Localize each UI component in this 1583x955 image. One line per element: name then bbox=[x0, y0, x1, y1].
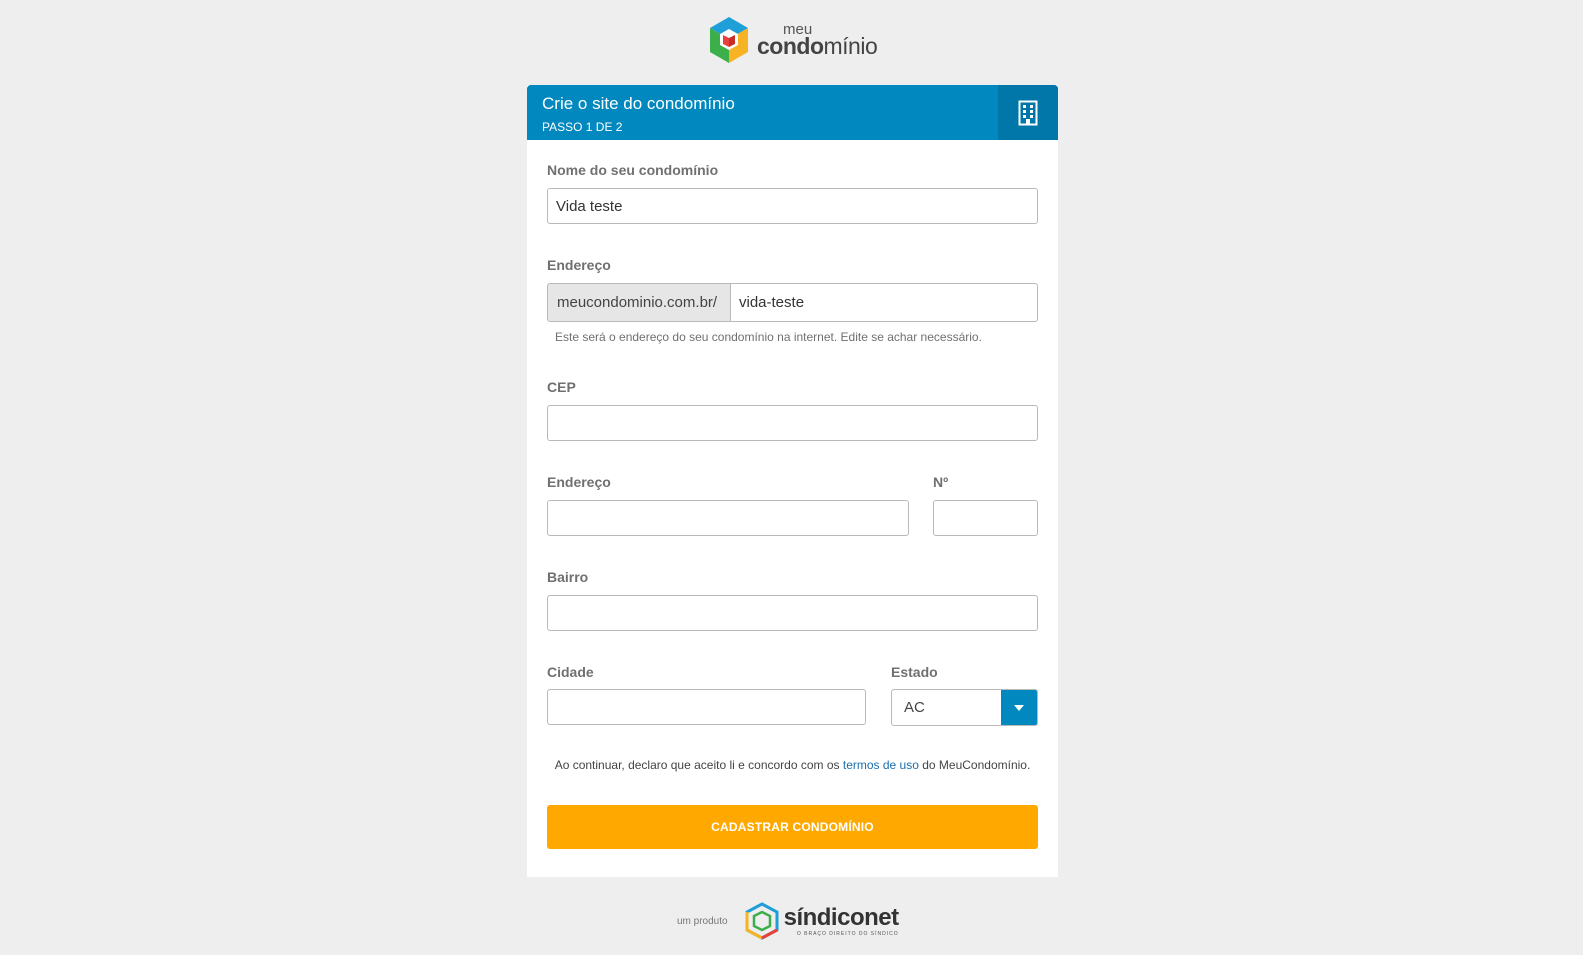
cidade-input[interactable] bbox=[547, 689, 866, 725]
step-indicator: PASSO 1 DE 2 bbox=[542, 120, 623, 134]
logo-minio-text: mínio bbox=[823, 33, 878, 59]
cep-label: CEP bbox=[547, 379, 576, 395]
terms-after: do MeuCondomínio. bbox=[918, 758, 1031, 772]
endereco-label: Endereço bbox=[547, 474, 611, 490]
nome-label: Nome do seu condomínio bbox=[547, 162, 719, 178]
sindiconet-logo-icon bbox=[745, 902, 779, 940]
nome-input[interactable]: Vida teste bbox=[547, 188, 1038, 224]
chevron-down-icon[interactable] bbox=[1001, 690, 1037, 725]
endereco-input[interactable] bbox=[547, 500, 909, 536]
terms-link[interactable]: termos de uso bbox=[843, 758, 919, 772]
url-prefix: meucondominio.com.br/ bbox=[547, 283, 730, 322]
bairro-input[interactable] bbox=[547, 595, 1038, 631]
footer-pre-text: um produto bbox=[677, 915, 728, 927]
terms-text: Ao continuar, declaro que aceito li e co… bbox=[527, 758, 1058, 772]
bairro-label: Bairro bbox=[547, 569, 589, 585]
logo-cube-icon bbox=[710, 17, 748, 63]
cep-input[interactable] bbox=[547, 405, 1038, 441]
cadastrar-button[interactable]: CADASTRAR CONDOMÍNIO bbox=[547, 805, 1038, 849]
terms-before: Ao continuar, declaro que aceito li e co… bbox=[554, 758, 843, 772]
create-site-card: Crie o site do condomínio PASSO 1 DE 2 N… bbox=[527, 85, 1058, 877]
numero-label: Nº bbox=[933, 474, 949, 490]
footer: um produto síndiconet O BRAÇO DIREITO DO… bbox=[677, 901, 899, 941]
sindiconet-tagline: O BRAÇO DIREITO DO SÍNDICO bbox=[796, 930, 899, 937]
building-icon bbox=[998, 85, 1058, 140]
numero-input[interactable] bbox=[933, 500, 1038, 536]
estado-select[interactable]: AC bbox=[891, 689, 1038, 726]
card-header: Crie o site do condomínio PASSO 1 DE 2 bbox=[527, 85, 1058, 140]
meucondominio-logo: meu condomínio bbox=[707, 14, 887, 66]
endereco-site-label: Endereço bbox=[547, 257, 611, 273]
logo-condo-text: condo bbox=[757, 33, 824, 59]
estado-label: Estado bbox=[891, 664, 938, 680]
url-slug-input[interactable]: vida-teste bbox=[730, 283, 1038, 322]
url-help-text: Este será o endereço do seu condomínio n… bbox=[555, 330, 982, 344]
estado-selected-value: AC bbox=[904, 699, 925, 716]
cidade-label: Cidade bbox=[547, 664, 594, 680]
sindiconet-brand: síndiconet bbox=[783, 903, 900, 931]
card-title: Crie o site do condomínio bbox=[542, 94, 735, 113]
